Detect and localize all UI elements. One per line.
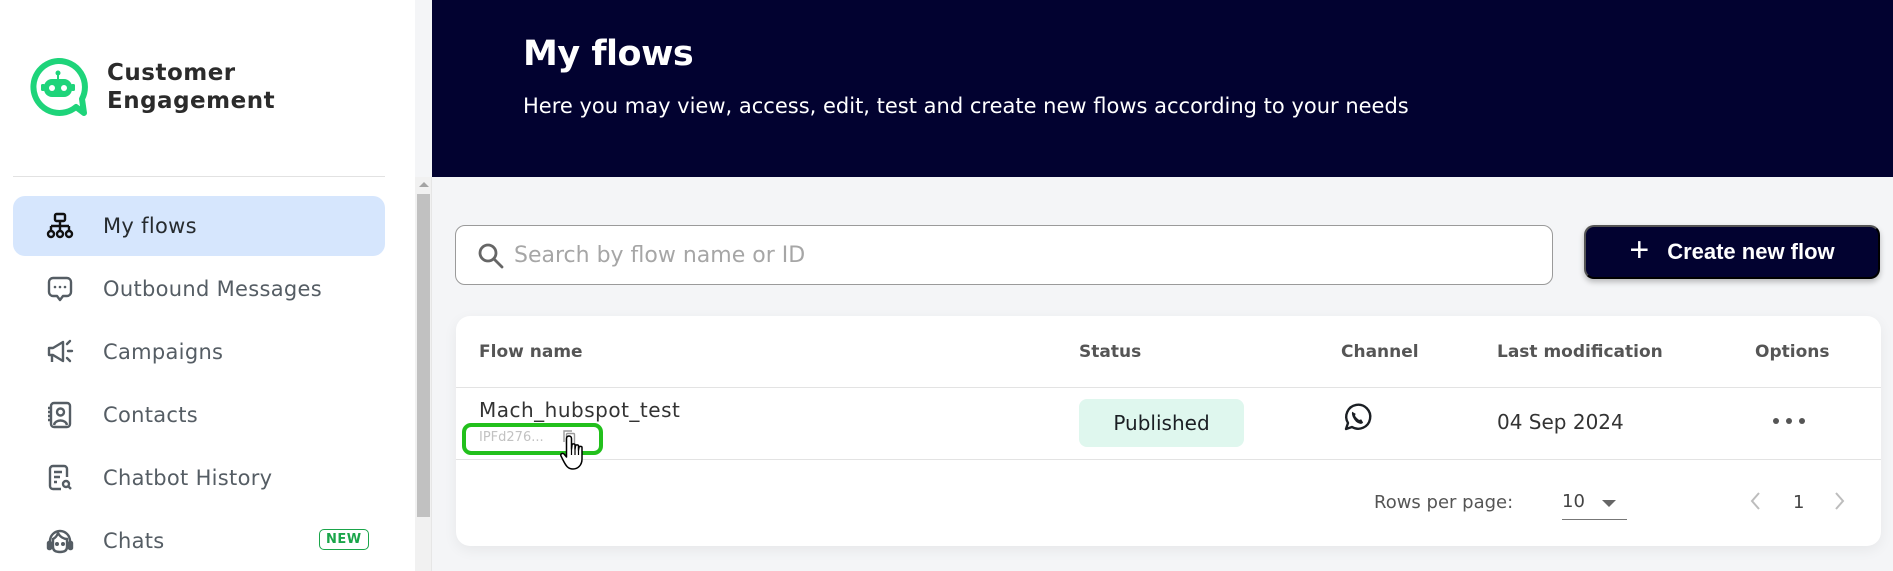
rows-per-page-label: Rows per page: — [1374, 492, 1514, 513]
brand-name: Customer Engagement — [107, 59, 275, 115]
copy-icon[interactable] — [561, 429, 577, 447]
chevron-right-icon[interactable] — [1829, 488, 1849, 514]
sidebar-item-label: Outbound Messages — [103, 277, 322, 301]
flows-table: Flow name Status Channel Last modificati… — [456, 316, 1881, 546]
column-header-status[interactable]: Status — [1079, 342, 1141, 362]
sitemap-icon — [45, 211, 75, 241]
flow-id: IPFd276... — [479, 430, 544, 445]
scrollbar-thumb[interactable] — [417, 194, 430, 517]
brand-name-line2: Engagement — [107, 88, 276, 114]
brand-name-line1: Customer — [107, 60, 236, 86]
sidebar-divider — [13, 176, 385, 177]
current-page: 1 — [1793, 492, 1805, 513]
sidebar-item-my-flows[interactable]: My flows — [13, 196, 385, 256]
sidebar: Customer Engagement My flows Outbound Me… — [0, 0, 415, 571]
sidebar-item-label: My flows — [103, 214, 197, 238]
row-divider — [456, 459, 1881, 460]
sidebar-item-label: Campaigns — [103, 340, 224, 364]
sidebar-item-label: Chats — [103, 529, 165, 553]
sidebar-scrollbar[interactable] — [415, 177, 432, 571]
sidebar-item-chatbot-history[interactable]: Chatbot History — [13, 448, 385, 508]
headset-agent-icon — [45, 526, 75, 556]
sidebar-item-outbound-messages[interactable]: Outbound Messages — [13, 259, 385, 319]
rows-per-page-value: 10 — [1562, 491, 1585, 512]
column-header-channel[interactable]: Channel — [1341, 342, 1419, 362]
caret-down-icon — [1602, 500, 1616, 507]
sidebar-nav: My flows Outbound Messages Campaigns Con… — [13, 196, 385, 571]
new-badge: NEW — [319, 529, 369, 550]
page-subtitle: Here you may view, access, edit, test an… — [523, 94, 1409, 118]
column-header-flow-name[interactable]: Flow name — [479, 342, 583, 362]
plus-icon: + — [1629, 231, 1650, 269]
sidebar-item-campaigns[interactable]: Campaigns — [13, 322, 385, 382]
column-header-last-modification[interactable]: Last modification — [1497, 342, 1663, 362]
create-new-flow-label: Create new flow — [1667, 239, 1835, 264]
sidebar-item-label: Contacts — [103, 403, 199, 427]
chat-dots-icon — [45, 274, 75, 304]
search-icon — [478, 243, 504, 269]
header-divider — [456, 387, 1881, 388]
sidebar-item-chats[interactable]: Chats NEW — [13, 511, 385, 571]
search-input[interactable] — [514, 236, 1534, 274]
robot-chat-bubble-icon — [30, 57, 88, 116]
contact-book-icon — [45, 400, 75, 430]
document-search-icon — [45, 463, 75, 493]
sidebar-item-contacts[interactable]: Contacts — [13, 385, 385, 445]
page-header: My flows Here you may view, access, edit… — [432, 0, 1893, 177]
whatsapp-icon — [1344, 403, 1372, 431]
create-new-flow-button[interactable]: + Create new flow — [1584, 225, 1880, 279]
megaphone-icon — [45, 337, 75, 367]
rows-per-page-select[interactable]: 10 — [1562, 486, 1627, 520]
page-title: My flows — [523, 34, 694, 74]
scroll-up-arrow-icon[interactable] — [419, 182, 429, 187]
column-header-options: Options — [1755, 342, 1830, 362]
sidebar-item-label: Chatbot History — [103, 466, 273, 490]
app: Customer Engagement My flows Outbound Me… — [0, 0, 1893, 571]
status-badge: Published — [1079, 399, 1244, 447]
brand[interactable]: Customer Engagement — [28, 57, 275, 117]
chevron-left-icon[interactable] — [1746, 488, 1766, 514]
more-horizontal-icon[interactable] — [1773, 412, 1805, 430]
flow-name[interactable]: Mach_hubspot_test — [479, 398, 680, 422]
flow-id-highlight: IPFd276... — [462, 423, 603, 455]
last-modification-date: 04 Sep 2024 — [1497, 410, 1624, 434]
search-box[interactable] — [455, 225, 1553, 285]
